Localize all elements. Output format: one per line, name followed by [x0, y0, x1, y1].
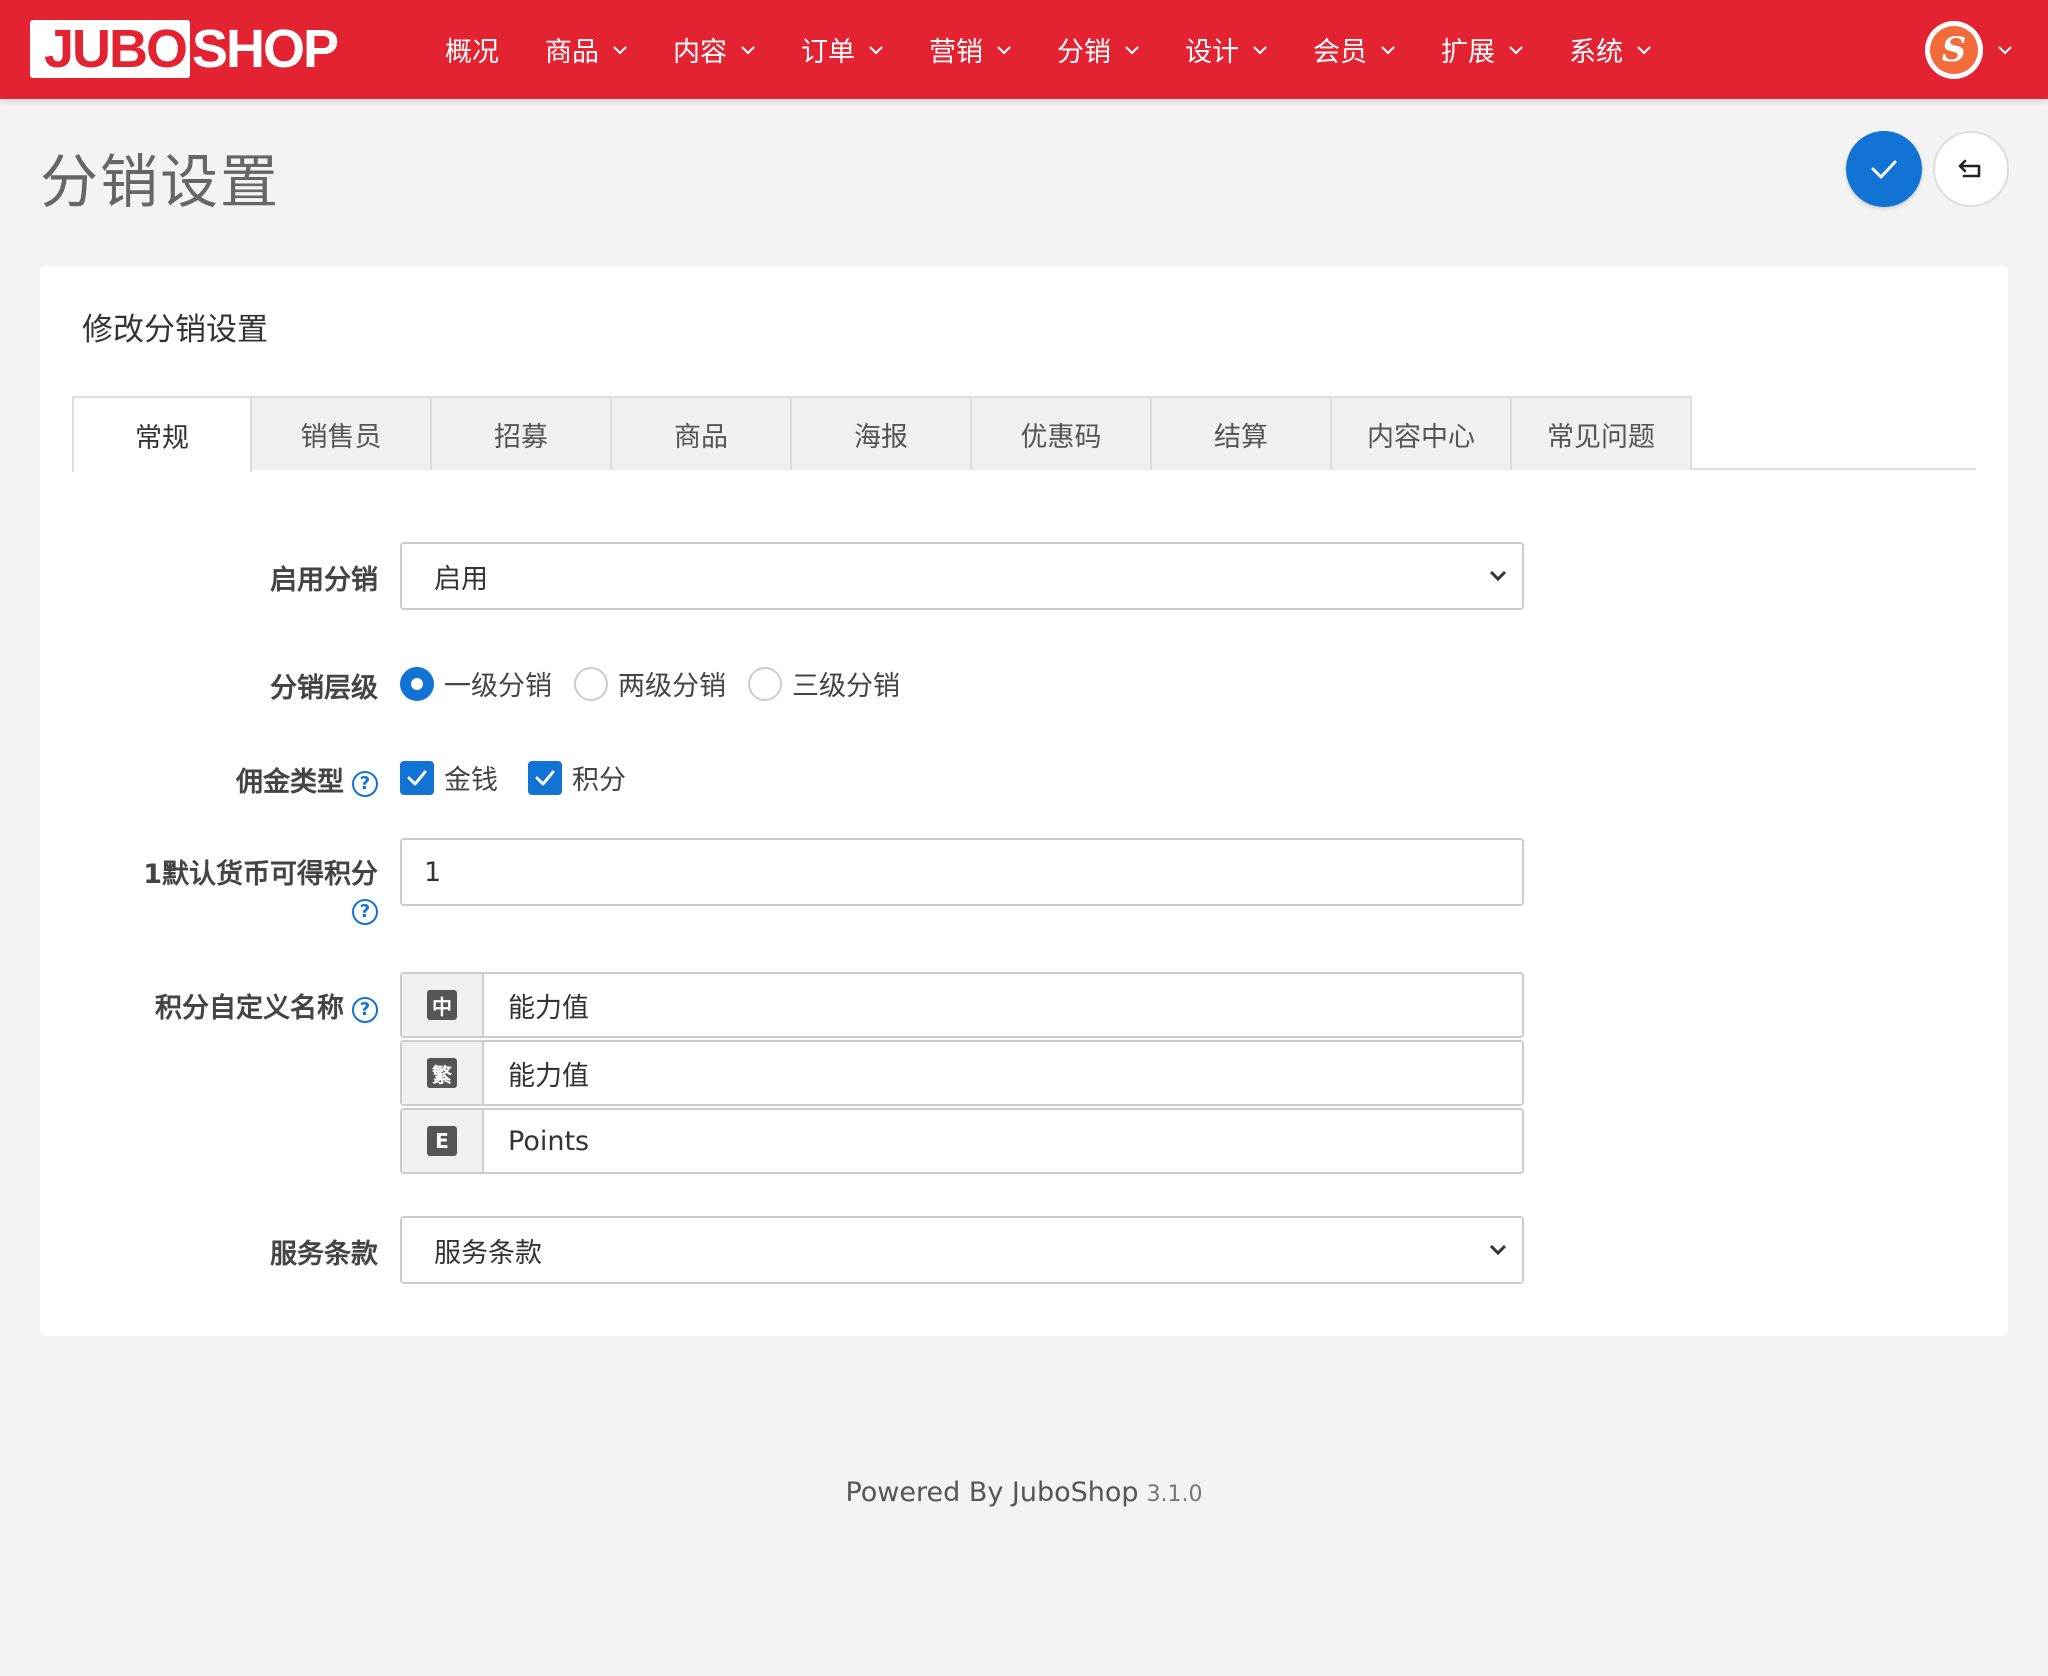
chevron-down-icon [1253, 45, 1267, 54]
lang-addon-zh: 中 [402, 974, 484, 1036]
tab-products[interactable]: 商品 [612, 396, 792, 470]
lang-addon-en: E [402, 1110, 484, 1172]
chevron-down-icon [1637, 45, 1651, 54]
tab-faq[interactable]: 常见问题 [1512, 396, 1692, 470]
commission-type-label: 佣金类型? [236, 760, 378, 799]
lang-badge: E [427, 1126, 457, 1156]
help-icon[interactable]: ? [352, 898, 378, 925]
help-icon[interactable]: ? [352, 996, 378, 1023]
commission-type-group: 金钱 积分 [400, 758, 648, 797]
logo-mark: JUBO [30, 19, 191, 79]
chevron-down-icon [1489, 570, 1507, 582]
checkbox-points[interactable] [528, 760, 562, 795]
nav-item-extensions[interactable]: 扩展 [1441, 30, 1523, 69]
back-button[interactable] [1933, 131, 2009, 207]
checkbox-money[interactable] [400, 760, 434, 795]
nav-item-distribution[interactable]: 分销 [1057, 30, 1139, 69]
return-arrow-icon [1958, 159, 1981, 178]
chevron-down-icon [1381, 45, 1395, 54]
page-title: 分销设置 [40, 148, 281, 216]
enable-select[interactable]: 启用 [400, 542, 1524, 610]
chevron-down-icon [1125, 45, 1139, 54]
enable-label: 启用分销 [270, 565, 378, 596]
tab-content-center[interactable]: 内容中心 [1332, 396, 1512, 470]
nav-item-design[interactable]: 设计 [1185, 30, 1267, 69]
chevron-down-icon [869, 45, 883, 54]
card-title: 修改分销设置 [82, 312, 268, 348]
nav-item-content[interactable]: 内容 [673, 30, 755, 69]
level-label: 分销层级 [270, 673, 378, 704]
save-button[interactable] [1846, 131, 1922, 207]
tab-recruit[interactable]: 招募 [432, 396, 612, 470]
level-radio-group: 一级分销 两级分销 三级分销 [400, 664, 922, 703]
nav-item-marketing[interactable]: 营销 [929, 30, 1011, 69]
radio-level-2-label[interactable]: 两级分销 [618, 664, 726, 703]
chevron-down-icon [997, 45, 1011, 54]
tab-salespeople[interactable]: 销售员 [252, 396, 432, 470]
checkbox-points-label[interactable]: 积分 [572, 758, 626, 797]
checkmark-icon [535, 770, 555, 785]
radio-level-3[interactable] [748, 666, 782, 701]
main-nav: 概况 商品 内容 订单 营销 分销 设计 会员 扩展 系统 [445, 0, 1697, 99]
tab-general[interactable]: 常规 [72, 396, 252, 472]
nav-item-orders[interactable]: 订单 [801, 30, 883, 69]
enable-select-value: 启用 [434, 563, 488, 595]
terms-label: 服务条款 [270, 1239, 378, 1270]
tab-bar: 常规 销售员 招募 商品 海报 优惠码 结算 内容中心 常见问题 [72, 396, 1976, 472]
terms-select[interactable]: 服务条款 [400, 1216, 1524, 1284]
user-avatar[interactable]: S [1925, 21, 1983, 79]
radio-level-1[interactable] [400, 666, 434, 701]
logo-wordmark: SHOP [192, 19, 339, 79]
radio-level-1-label[interactable]: 一级分销 [444, 664, 552, 703]
points-name-zh-field[interactable]: 中 能力值 [400, 972, 1524, 1038]
footer-version: 3.1.0 [1146, 1482, 1203, 1507]
lang-badge: 繁 [427, 1058, 457, 1088]
points-rate-label: 1默认货币可得积分 ? [143, 852, 378, 926]
checkmark-icon [407, 770, 427, 785]
avatar-letter: S [1930, 26, 1978, 74]
terms-select-value: 服务条款 [434, 1237, 542, 1269]
chevron-down-icon [613, 45, 627, 54]
lang-badge: 中 [427, 990, 457, 1020]
points-name-zh-value: 能力值 [508, 992, 589, 1024]
nav-item-products[interactable]: 商品 [545, 30, 627, 69]
points-rate-value: 1 [424, 856, 442, 888]
points-name-en-field[interactable]: E Points [400, 1108, 1524, 1174]
nav-item-members[interactable]: 会员 [1313, 30, 1395, 69]
brand-logo[interactable]: JUBO SHOP [30, 19, 339, 79]
tab-coupon-code[interactable]: 优惠码 [972, 396, 1152, 470]
nav-item-overview[interactable]: 概况 [445, 30, 499, 69]
chevron-down-icon[interactable] [1997, 43, 2013, 57]
points-name-label: 积分自定义名称? [155, 986, 378, 1025]
radio-level-2[interactable] [574, 666, 608, 701]
chevron-down-icon [1509, 45, 1523, 54]
nav-item-system[interactable]: 系统 [1569, 30, 1651, 69]
tab-poster[interactable]: 海报 [792, 396, 972, 470]
points-name-zh-hant-field[interactable]: 繁 能力值 [400, 1040, 1524, 1106]
footer: Powered By JuboShop 3.1.0 [0, 1477, 2048, 1508]
help-icon[interactable]: ? [352, 770, 378, 797]
settings-card: 修改分销设置 常规 销售员 招募 商品 海报 优惠码 结算 内容中心 常见问题 … [40, 266, 2008, 1336]
points-name-en-value: Points [508, 1125, 590, 1157]
radio-level-3-label[interactable]: 三级分销 [792, 664, 900, 703]
chevron-down-icon [1489, 1244, 1507, 1256]
footer-text: Powered By JuboShop [845, 1477, 1139, 1508]
points-rate-input[interactable]: 1 [400, 838, 1524, 906]
points-name-zh-hant-value: 能力值 [508, 1060, 589, 1092]
chevron-down-icon [741, 45, 755, 54]
tab-settlement[interactable]: 结算 [1152, 396, 1332, 470]
lang-addon-zh-hant: 繁 [402, 1042, 484, 1104]
checkbox-money-label[interactable]: 金钱 [444, 758, 498, 797]
top-navbar: JUBO SHOP 概况 商品 内容 订单 营销 分销 设计 会员 扩展 系统 … [0, 0, 2048, 99]
checkmark-icon [1871, 160, 1897, 179]
